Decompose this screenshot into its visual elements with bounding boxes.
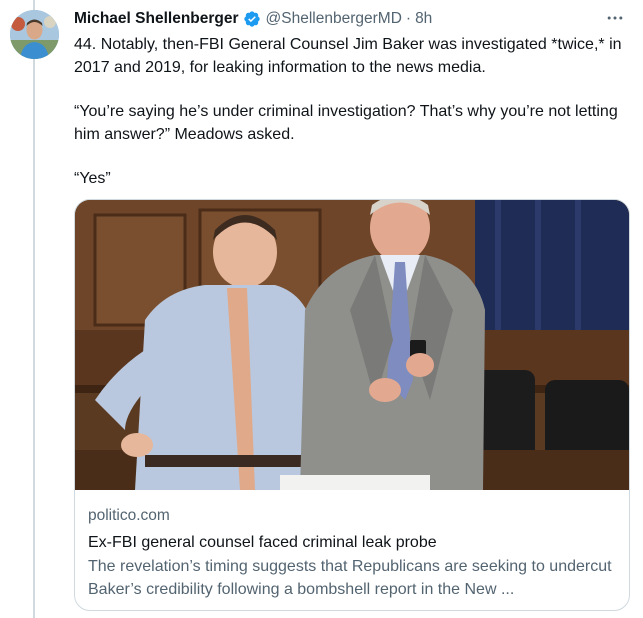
tweet-paragraph: “You’re saying he’s under criminal inves… (74, 103, 618, 143)
separator-dot: · (405, 10, 412, 27)
card-title: Ex-FBI general counsel faced criminal le… (88, 534, 437, 551)
hearing-room-photo (75, 200, 629, 490)
author-handle[interactable]: @ShellenbergerMD (266, 10, 402, 28)
verified-badge-icon (243, 10, 261, 28)
tweet-text: 44. Notably, then-FBI General Counsel Ji… (74, 34, 630, 213)
card-domain: politico.com (88, 507, 170, 524)
avatar-photo (10, 10, 59, 59)
tweet-paragraph: “Yes” (74, 170, 111, 187)
more-dots-icon[interactable] (603, 6, 627, 30)
link-preview-card[interactable]: politico.com Ex-FBI general counsel face… (74, 199, 630, 611)
thread-line (33, 0, 35, 618)
tweet[interactable]: Michael Shellenberger @ShellenbergerMD ·… (0, 0, 643, 618)
card-description: The revelation’s timing suggests that Re… (88, 558, 612, 598)
avatar[interactable] (10, 10, 59, 59)
tweet-timestamp[interactable]: 8h (415, 10, 432, 28)
card-image[interactable] (75, 200, 629, 490)
card-meta: politico.com Ex-FBI general counsel face… (88, 506, 617, 601)
author-name[interactable]: Michael Shellenberger (74, 10, 239, 28)
tweet-paragraph: 44. Notably, then-FBI General Counsel Ji… (74, 36, 622, 76)
tweet-header: Michael Shellenberger @ShellenbergerMD ·… (74, 8, 627, 30)
